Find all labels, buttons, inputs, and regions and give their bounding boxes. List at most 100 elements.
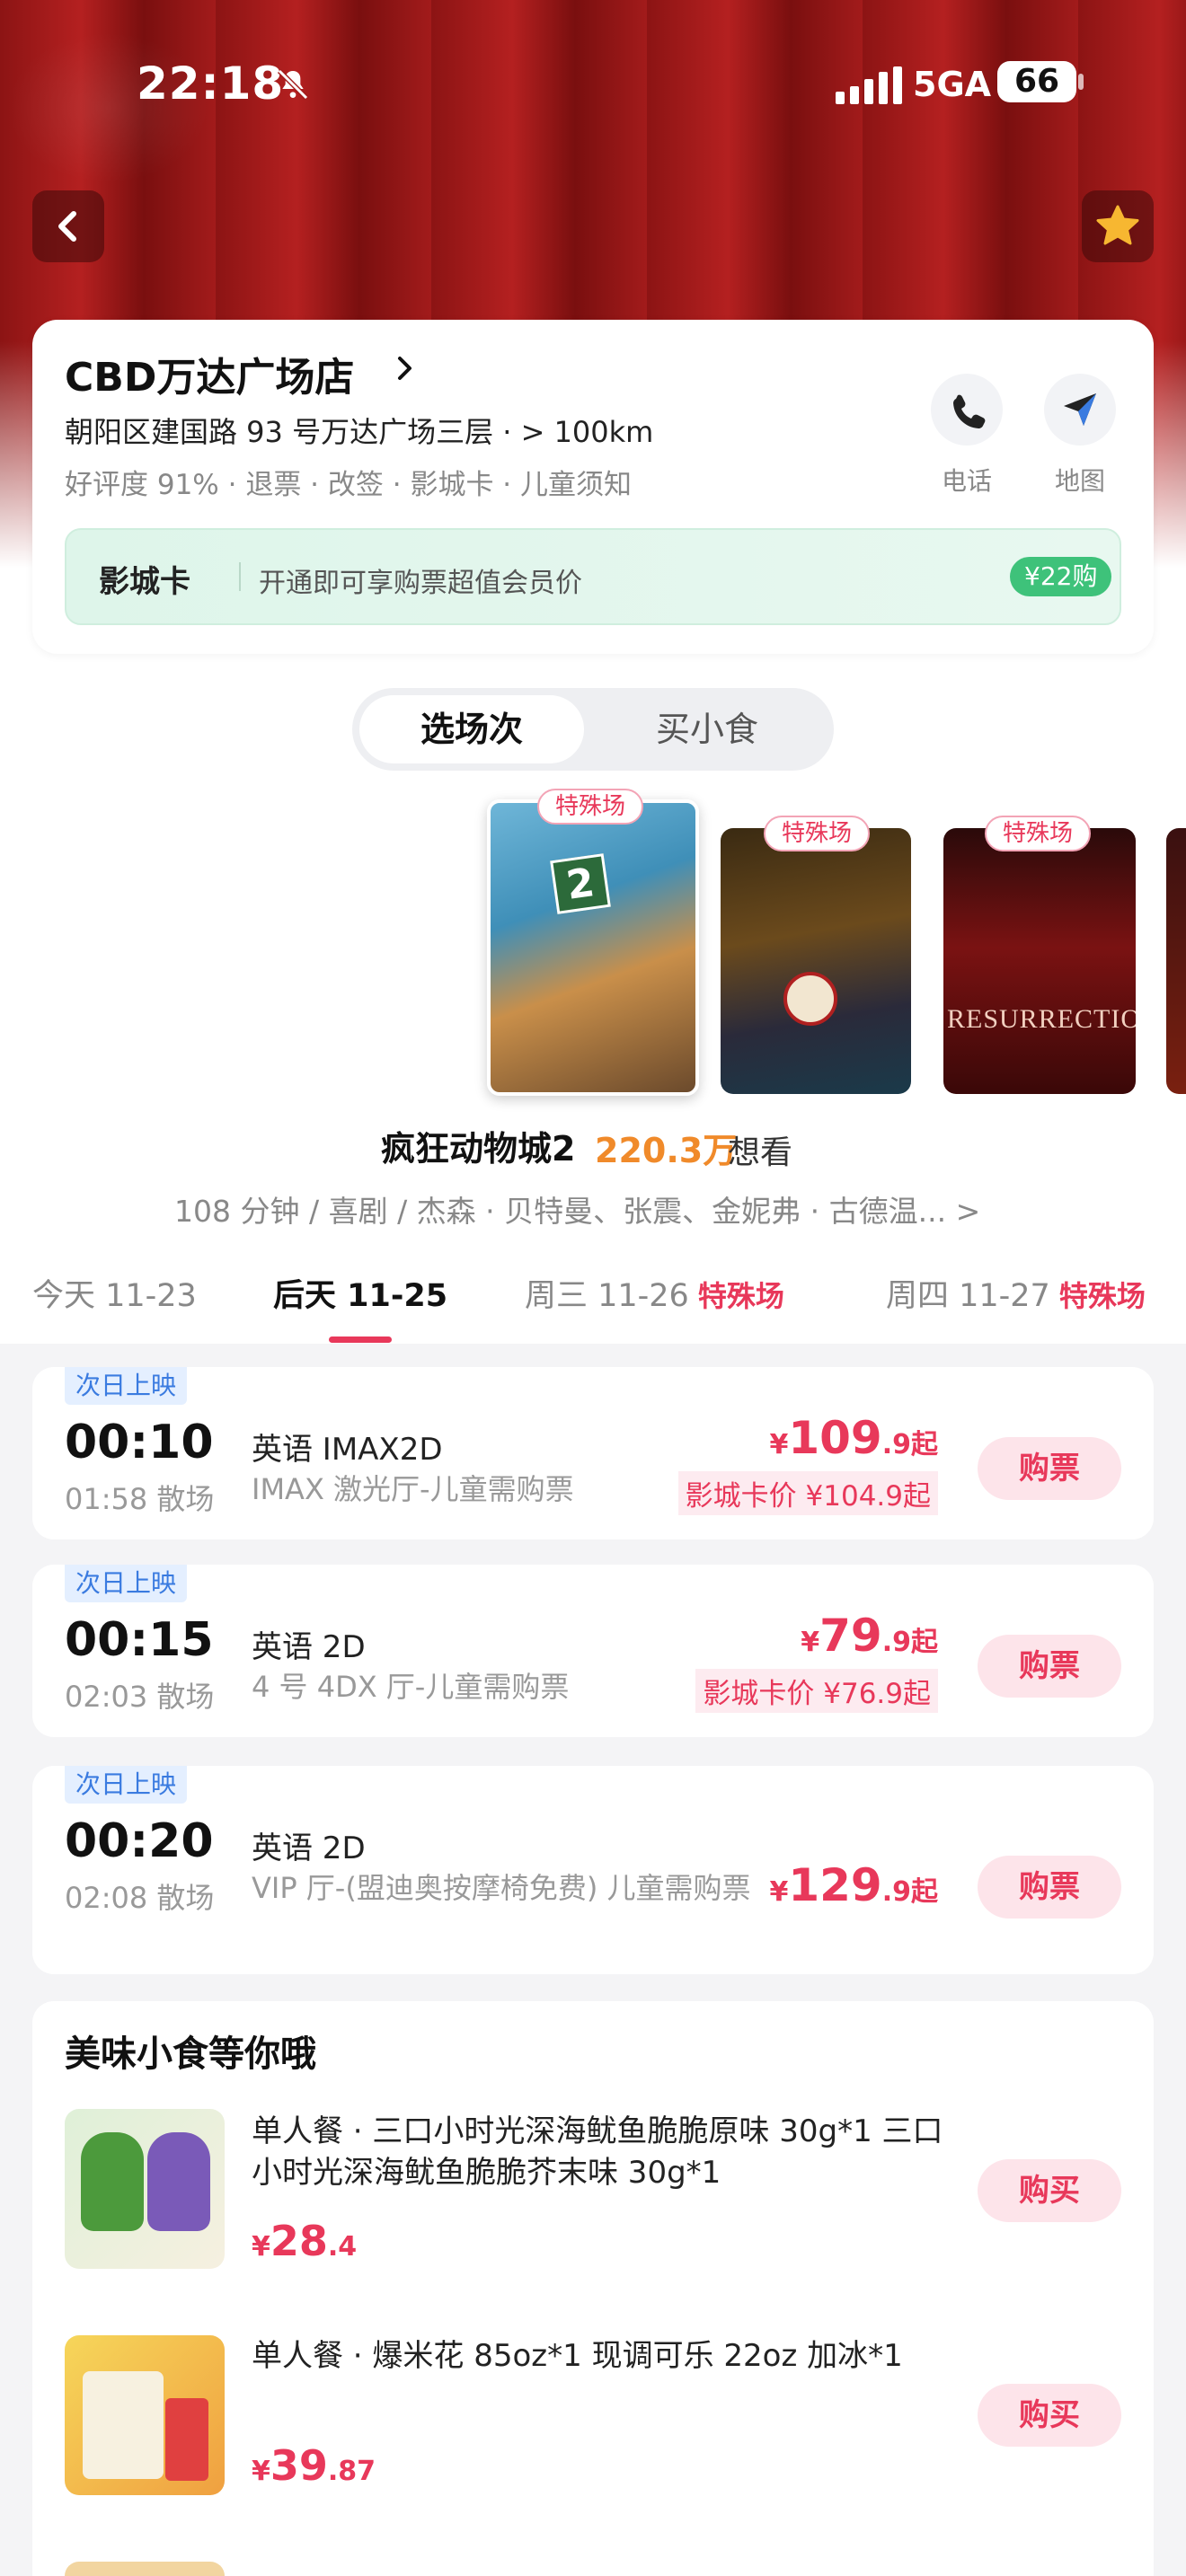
date-label: 周四 11-27 <box>886 1278 1050 1314</box>
movie-want-label: 想看 <box>728 1134 793 1171</box>
date-tab-1127[interactable]: 周四 11-27 特殊场 <box>886 1270 1146 1316</box>
showtime-row[interactable]: 次日上映 00:10 01:58 散场 英语 IMAX2D IMAX 激光厅-儿… <box>32 1367 1154 1539</box>
buy-ticket-button[interactable]: 购票 <box>978 1856 1121 1919</box>
start-time: 00:20 <box>65 1814 214 1868</box>
member-card-title: 影城卡 <box>99 564 190 600</box>
snack-name: 单人餐 · 爆米花 85oz*1 现调可乐 22oz 加冰*1 <box>252 2338 903 2374</box>
date-tab-today[interactable]: 今天 11-23 <box>32 1270 197 1316</box>
date-label: 周三 11-26 <box>525 1278 689 1314</box>
member-card-banner[interactable]: 影城卡 开通即可享购票超值会员价 ¥22购 <box>65 528 1121 625</box>
cinema-card: CBD万达广场店 朝阳区建国路 93 号万达广场三层 · > 100km 好评度… <box>32 320 1154 654</box>
movie-title: 疯狂动物城2 <box>381 1129 576 1169</box>
price-decimal: .87 <box>327 2456 376 2487</box>
snacks-section: 美味小食等你哦 单人餐 · 三口小时光深海鱿鱼脆脆原味 30g*1 三口小时光深… <box>32 2001 1154 2576</box>
price-decimal: .4 <box>327 2231 358 2263</box>
showtime-row[interactable]: 次日上映 00:20 02:08 散场 英语 2D VIP 厅-(盟迪奥按摩椅免… <box>32 1766 1154 1974</box>
tab-showtimes[interactable]: 选场次 <box>359 695 584 763</box>
snack-image[interactable] <box>65 2562 225 2576</box>
divider <box>239 562 241 591</box>
phone-icon <box>953 394 986 428</box>
movie-heat: 220.3万 <box>595 1131 738 1170</box>
price: ¥129.9起 <box>769 1859 938 1911</box>
cinema-name[interactable]: CBD万达广场店 <box>65 345 354 402</box>
snack-image[interactable] <box>65 2109 225 2269</box>
price-integer: 28 <box>270 2217 328 2265</box>
favorite-button[interactable] <box>1082 190 1154 262</box>
language-format: 英语 2D <box>252 1831 366 1866</box>
language-format: 英语 2D <box>252 1629 366 1665</box>
buy-ticket-button[interactable]: 购票 <box>978 1635 1121 1698</box>
snack-image[interactable] <box>65 2335 225 2495</box>
map-label: 地图 <box>1054 466 1105 496</box>
status-time: 22:18 <box>137 57 285 110</box>
poster-art: RESURRECTION <box>947 1004 1136 1034</box>
end-time: 02:08 散场 <box>65 1881 215 1915</box>
snack-art <box>147 2132 210 2231</box>
date-label: 后天 11-25 <box>273 1278 448 1314</box>
date-tab-1125[interactable]: 后天 11-25 <box>273 1270 447 1316</box>
snack-name: 单人餐 · 三口小时光深海鱿鱼脆脆原味 30g*1 三口小时光深海鱿鱼脆脆芥末味… <box>252 2113 943 2191</box>
tab-snacks[interactable]: 买小食 <box>595 695 819 763</box>
snack-art <box>83 2371 164 2479</box>
map-button[interactable]: 地图 <box>1035 374 1125 498</box>
buy-snack-button[interactable]: 购买 <box>978 2384 1121 2447</box>
poster-art: 2 <box>550 853 611 914</box>
movie-meta[interactable]: 108 分钟 / 喜剧 / 杰森 · 贝特曼、张震、金妮弗 · 古德温... > <box>174 1187 980 1231</box>
next-day-tag: 次日上映 <box>65 1565 188 1602</box>
poster-resurrection[interactable]: RESURRECTION <box>943 828 1136 1094</box>
next-day-tag: 次日上映 <box>65 1766 188 1804</box>
next-day-tag: 次日上映 <box>65 1367 188 1405</box>
end-time: 01:58 散场 <box>65 1482 215 1516</box>
phone-label: 电话 <box>941 466 992 496</box>
price: ¥109.9起 <box>769 1412 938 1464</box>
hall-name: IMAX 激光厅-儿童需购票 <box>252 1472 574 1506</box>
member-card-buy-button[interactable]: ¥22购 <box>1010 557 1112 596</box>
network-label: 5GA <box>913 65 992 104</box>
price-integer: 109 <box>788 1412 882 1464</box>
phone-button[interactable]: 电话 <box>922 374 1012 498</box>
snack-art <box>165 2398 208 2481</box>
back-button[interactable] <box>32 190 104 262</box>
date-special-label: 特殊场 <box>1058 1279 1146 1313</box>
poster-zootopia2[interactable]: 2 <box>487 799 699 1096</box>
buy-snack-button[interactable]: 购买 <box>978 2159 1121 2222</box>
date-special-label: 特殊场 <box>697 1279 784 1313</box>
buy-ticket-button[interactable]: 购票 <box>978 1437 1121 1500</box>
start-time: 00:15 <box>65 1613 214 1667</box>
segment-tabs: 选场次 买小食 <box>352 688 834 771</box>
price-integer: 39 <box>270 2441 328 2490</box>
snack-price: ¥28.4 <box>252 2217 357 2265</box>
price-decimal: .9起 <box>881 1876 938 1908</box>
member-price: 影城卡价 ¥104.9起 <box>677 1471 938 1515</box>
price-symbol: ¥ <box>252 2456 270 2487</box>
poster-next[interactable] <box>1166 828 1186 1094</box>
cinema-tags[interactable]: 好评度 91% · 退票 · 改签 · 影城卡 · 儿童须知 <box>65 462 632 502</box>
date-tab-1126[interactable]: 周三 11-26 特殊场 <box>525 1270 784 1316</box>
navigation-arrow-icon <box>1064 393 1096 426</box>
end-time: 02:03 散场 <box>65 1680 215 1714</box>
language-format: 英语 IMAX2D <box>252 1432 443 1468</box>
snacks-heading: 美味小食等你哦 <box>65 2033 316 2075</box>
date-tab-indicator <box>329 1337 392 1343</box>
hall-name: VIP 厅-(盟迪奥按摩椅免费) 儿童需购票 <box>252 1871 751 1905</box>
special-badge: 特殊场 <box>985 816 1092 851</box>
status-bar: 22:18 5GA 66 <box>0 54 1186 110</box>
showtime-row[interactable]: 次日上映 00:15 02:03 散场 英语 2D 4 号 4DX 厅-儿童需购… <box>32 1565 1154 1737</box>
cinema-address: 朝阳区建国路 93 号万达广场三层 · > 100km <box>65 415 654 449</box>
snack-price: ¥39.87 <box>252 2441 376 2490</box>
star-icon <box>1096 205 1139 245</box>
member-price: 影城卡价 ¥76.9起 <box>695 1669 938 1713</box>
date-label: 今天 11-23 <box>32 1278 197 1314</box>
battery-tip <box>1078 74 1084 90</box>
price-decimal: .9起 <box>881 1627 938 1658</box>
price-symbol: ¥ <box>769 1429 789 1460</box>
special-badge: 特殊场 <box>537 789 644 825</box>
back-chevron-icon <box>58 211 76 242</box>
start-time: 00:10 <box>65 1416 214 1469</box>
special-badge: 特殊场 <box>764 816 871 851</box>
poster-demon-slayer[interactable] <box>721 828 911 1094</box>
member-card-desc: 开通即可享购票超值会员价 <box>259 568 582 599</box>
hall-name: 4 号 4DX 厅-儿童需购票 <box>252 1670 570 1704</box>
chevron-right-icon[interactable] <box>392 356 417 381</box>
price-integer: 129 <box>788 1859 882 1911</box>
